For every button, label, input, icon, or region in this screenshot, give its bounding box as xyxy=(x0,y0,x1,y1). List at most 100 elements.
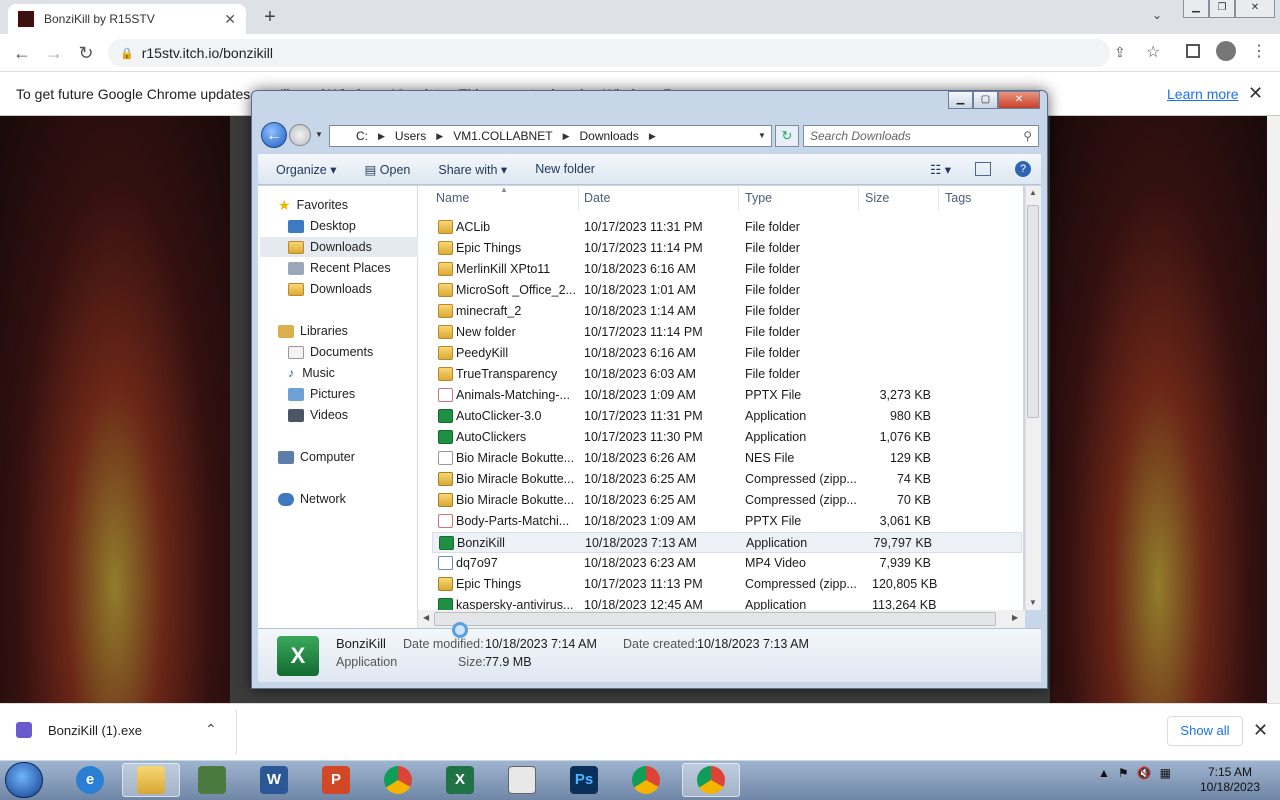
nav-network[interactable]: Network xyxy=(278,489,436,509)
scroll-down-icon[interactable]: ▼ xyxy=(1029,598,1037,607)
file-row[interactable]: MerlinKill XPto11 10/18/2023 6:16 AM File … xyxy=(432,259,1022,280)
action-center-icon[interactable]: ⚑ xyxy=(1118,766,1129,780)
taskbar-excel[interactable]: X xyxy=(434,763,486,797)
change-view-icon[interactable]: ☷ ▾ xyxy=(930,162,951,177)
nav-libraries[interactable]: Libraries xyxy=(278,321,436,341)
infobar-close-icon[interactable]: ✕ xyxy=(1248,83,1263,104)
back-icon[interactable]: ← xyxy=(12,43,32,63)
menu-icon[interactable]: ⋮ xyxy=(1251,41,1267,61)
organize-button[interactable]: Organize ▾ xyxy=(258,162,350,177)
scroll-right-icon[interactable]: ▶ xyxy=(1012,613,1018,622)
taskbar-clock[interactable]: 7:15 AM 10/18/2023 xyxy=(1190,765,1270,795)
bookmark-star-icon[interactable]: ☆ xyxy=(1146,42,1160,62)
share-with-button[interactable]: Share with ▾ xyxy=(424,162,521,177)
address-bar[interactable]: 🔒 r15stv.itch.io/bonzikill xyxy=(108,39,1110,67)
nav-favorites[interactable]: ★ Favorites xyxy=(278,195,436,215)
reload-icon[interactable]: ↻ xyxy=(76,43,96,63)
breadcrumb-user[interactable]: VM1.COLLABNET xyxy=(445,129,560,143)
file-row[interactable]: AutoClickers 10/17/2023 11:30 PM Applicati… xyxy=(432,427,1022,448)
page-scrollbar[interactable] xyxy=(1267,116,1280,703)
tab-search-icon[interactable]: ⌄ xyxy=(1152,8,1162,22)
taskbar-powerpoint[interactable]: P xyxy=(310,763,362,797)
file-row[interactable]: minecraft_2 10/18/2023 1:14 AM File folder xyxy=(432,301,1022,322)
search-downloads-input[interactable]: Search Downloads ⚲ xyxy=(803,125,1039,147)
minimize-button[interactable]: ▁ xyxy=(1183,0,1209,18)
learn-more-link[interactable]: Learn more xyxy=(1167,86,1239,102)
folder-icon xyxy=(137,766,165,794)
start-button[interactable] xyxy=(5,762,43,798)
network-status-icon[interactable]: ▦ xyxy=(1160,766,1171,780)
profile-avatar[interactable] xyxy=(1216,41,1236,61)
file-row[interactable]: TrueTransparency 10/18/2023 6:03 AM File f… xyxy=(432,364,1022,385)
vertical-scroll-thumb[interactable] xyxy=(1027,205,1039,418)
scroll-left-icon[interactable]: ◀ xyxy=(423,613,429,622)
file-row[interactable]: Bio Miracle Bokutte... 10/18/2023 6:25 AM… xyxy=(432,469,1022,490)
breadcrumb-c[interactable]: C: xyxy=(336,129,376,143)
taskbar-chrome[interactable] xyxy=(372,763,424,797)
browser-tab[interactable]: BonziKill by R15STV ✕ xyxy=(8,4,246,34)
column-header-tags[interactable]: Tags xyxy=(945,191,971,205)
breadcrumb-downloads[interactable]: Downloads xyxy=(571,129,646,143)
taskbar-calculator[interactable] xyxy=(496,763,548,797)
explorer-forward-button[interactable] xyxy=(289,124,311,146)
taskbar-internet-explorer[interactable]: e xyxy=(64,763,116,797)
tab-title: BonziKill by R15STV xyxy=(44,12,155,26)
file-row[interactable]: Epic Things 10/17/2023 11:14 PM File folde… xyxy=(432,238,1022,259)
file-row[interactable]: PeedyKill 10/18/2023 6:16 AM File folder xyxy=(432,343,1022,364)
recent-locations-icon[interactable]: ▼ xyxy=(315,130,323,139)
column-header-name[interactable]: Name xyxy=(436,191,469,205)
horizontal-scroll-thumb[interactable] xyxy=(434,612,996,626)
address-dropdown-icon[interactable]: ▼ xyxy=(758,131,766,140)
file-date: 10/18/2023 7:13 AM xyxy=(585,536,697,550)
download-bar-close-icon[interactable]: ✕ xyxy=(1253,720,1268,741)
restore-button[interactable]: ❐ xyxy=(1209,0,1235,18)
explorer-back-button[interactable]: ← xyxy=(261,122,287,148)
file-row[interactable]: BonziKill 10/18/2023 7:13 AM Application 79… xyxy=(432,532,1022,553)
side-panel-icon[interactable] xyxy=(1186,44,1200,58)
preview-pane-icon[interactable] xyxy=(975,162,991,176)
scroll-up-icon[interactable]: ▲ xyxy=(1029,188,1037,197)
file-row[interactable]: Bio Miracle Bokutte... 10/18/2023 6:25 AM… xyxy=(432,490,1022,511)
close-window-button[interactable]: ✕ xyxy=(1235,0,1275,18)
new-tab-button[interactable]: + xyxy=(258,6,282,28)
show-all-downloads-button[interactable]: Show all xyxy=(1167,716,1243,746)
share-icon[interactable]: ⇪ xyxy=(1114,44,1126,61)
breadcrumb-users[interactable]: Users xyxy=(387,129,434,143)
file-row[interactable]: New folder 10/17/2023 11:14 PM File folder xyxy=(432,322,1022,343)
explorer-address-bar[interactable]: C: ▶ Users ▶ VM1.COLLABNET ▶ Downloads ▶ xyxy=(329,125,772,147)
flame-backdrop-left xyxy=(0,116,230,703)
taskbar-file-explorer[interactable] xyxy=(122,763,180,797)
taskbar-photoshop[interactable]: Ps xyxy=(558,763,610,797)
explorer-minimize-button[interactable]: ▁ xyxy=(948,91,973,109)
file-row[interactable]: Animals-Matching-... 10/18/2023 1:09 AM PP… xyxy=(432,385,1022,406)
file-row[interactable]: Bio Miracle Bokutte... 10/18/2023 6:26 AM… xyxy=(432,448,1022,469)
volume-muted-icon[interactable]: 🔇 xyxy=(1137,766,1152,780)
file-row[interactable]: Body-Parts-Matchi... 10/18/2023 1:09 AM PP… xyxy=(432,511,1022,532)
taskbar-chrome-profile[interactable] xyxy=(682,763,740,797)
column-header-type[interactable]: Type xyxy=(745,191,772,205)
forward-icon[interactable]: → xyxy=(44,43,64,63)
column-header-size[interactable]: Size xyxy=(865,191,889,205)
download-options-chevron-icon[interactable]: ⌃ xyxy=(205,721,217,738)
taskbar-chrome-2[interactable] xyxy=(620,763,672,797)
file-date: 10/18/2023 6:25 AM xyxy=(584,493,696,507)
explorer-maximize-button[interactable]: ▢ xyxy=(973,91,998,109)
explorer-close-button[interactable]: ✕ xyxy=(998,91,1040,109)
file-row[interactable]: Epic Things 10/17/2023 11:13 PM Compressed… xyxy=(432,574,1022,595)
nav-computer[interactable]: Computer xyxy=(278,447,436,467)
new-folder-button[interactable]: New folder xyxy=(521,162,609,176)
show-hidden-icons-icon[interactable]: ▲ xyxy=(1098,766,1110,780)
file-row[interactable]: ACLib 10/17/2023 11:31 PM File folder xyxy=(432,217,1022,238)
column-header-date[interactable]: Date xyxy=(584,191,610,205)
close-tab-icon[interactable]: ✕ xyxy=(224,11,236,28)
file-row[interactable]: MicroSoft _Office_2... 10/18/2023 1:01 AM… xyxy=(432,280,1022,301)
open-button[interactable]: ▤ Open xyxy=(350,162,424,177)
file-row[interactable]: AutoClicker-3.0 10/17/2023 11:31 PM Applic… xyxy=(432,406,1022,427)
download-item[interactable]: BonziKill (1).exe xyxy=(16,722,142,738)
taskbar-task-manager[interactable] xyxy=(186,763,238,797)
taskbar-word[interactable]: W xyxy=(248,763,300,797)
file-row[interactable]: dq7o97 10/18/2023 6:23 AM MP4 Video 7,939 K… xyxy=(432,553,1022,574)
explorer-refresh-button[interactable]: ↻ xyxy=(775,125,799,147)
help-icon[interactable]: ? xyxy=(1015,161,1031,177)
nav-downloads[interactable]: Downloads xyxy=(260,237,418,257)
